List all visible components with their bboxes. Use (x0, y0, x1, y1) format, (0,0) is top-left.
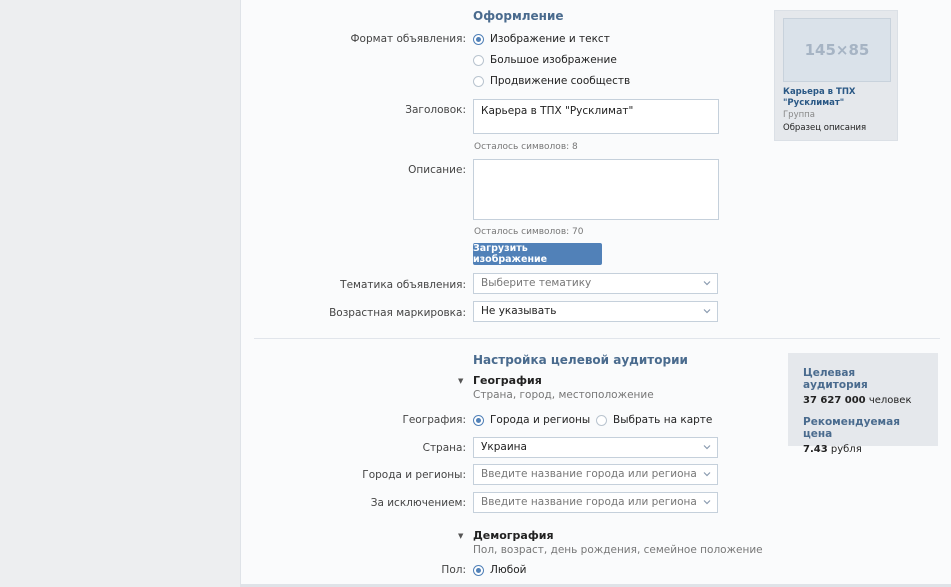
cities-select-placeholder: Введите название города или региона (481, 468, 697, 480)
radio-checked-icon (473, 33, 484, 45)
age-select[interactable]: Не указывать (473, 301, 718, 322)
format-label: Формат объявления: (350, 33, 466, 45)
left-background (0, 0, 240, 587)
geo-toggle[interactable]: ▼ География (458, 374, 542, 387)
audience-summary: Целевая аудитория 37 627 000 человек Рек… (788, 353, 938, 455)
gender-option-label: Любой (490, 564, 527, 576)
triangle-down-icon: ▼ (458, 531, 464, 540)
geo-option-label: Города и регионы (490, 414, 591, 426)
topic-select-value: Выберите тематику (481, 277, 592, 289)
chevron-down-icon (703, 500, 711, 505)
exclude-select[interactable]: Введите название города или региона (473, 492, 718, 513)
upload-image-button[interactable]: Загрузить изображение (473, 243, 602, 265)
geo-option-cities[interactable]: Города и регионы (473, 414, 590, 426)
price: 7.43 рубля (803, 444, 923, 455)
age-label: Возрастная маркировка: (329, 307, 466, 319)
section-divider (254, 338, 940, 339)
ad-preview: 145×85 Карьера в ТПХ "Русклимат" Группа … (774, 10, 898, 141)
chevron-down-icon (703, 309, 711, 314)
country-select[interactable]: Украина (473, 437, 718, 458)
topic-select[interactable]: Выберите тематику (473, 273, 718, 294)
format-option-community[interactable]: Продвижение сообществ (473, 75, 630, 87)
radio-checked-icon (473, 414, 484, 426)
price-value: 7.43 (803, 444, 828, 455)
format-option-image-text[interactable]: Изображение и текст (473, 33, 610, 45)
headline-input[interactable]: Карьера в ТПХ "Русклимат" (473, 99, 719, 134)
chevron-down-icon (703, 472, 711, 477)
description-remaining: Осталось символов: 70 (474, 227, 584, 237)
preview-description: Образец описания (783, 123, 867, 133)
gender-label: Пол: (441, 564, 466, 576)
topic-label: Тематика объявления: (340, 279, 466, 291)
radio-unchecked-icon (596, 414, 607, 426)
audience-size: 37 627 000 человек (803, 395, 923, 406)
demography-description: Пол, возраст, день рождения, семейное по… (473, 544, 763, 556)
age-select-value: Не указывать (481, 305, 557, 317)
triangle-down-icon: ▼ (458, 376, 464, 385)
audience-unit: человек (868, 395, 912, 406)
chevron-down-icon (703, 281, 711, 286)
radio-checked-icon (473, 564, 484, 576)
format-option-label: Продвижение сообществ (490, 75, 631, 87)
cities-select[interactable]: Введите название города или региона (473, 464, 718, 485)
country-select-value: Украина (481, 441, 527, 453)
preview-image-placeholder: 145×85 (783, 18, 891, 82)
radio-unchecked-icon (473, 75, 484, 87)
headline-remaining: Осталось символов: 8 (474, 142, 578, 152)
price-unit: рубля (830, 444, 862, 455)
preview-type: Группа (783, 110, 815, 120)
format-option-label: Большое изображение (490, 54, 617, 66)
design-section-title: Оформление (473, 9, 564, 23)
description-label: Описание: (408, 164, 466, 176)
country-label: Страна: (422, 442, 466, 454)
geo-option-label: Выбрать на карте (613, 414, 713, 426)
radio-unchecked-icon (473, 54, 484, 66)
description-input[interactable] (473, 159, 719, 220)
price-title: Рекомендуемая цена (803, 416, 900, 440)
audience-section-title: Настройка целевой аудитории (473, 353, 688, 367)
exclude-label: За исключением: (370, 497, 466, 509)
geo-label: География: (402, 414, 466, 426)
audience-title: Целевая аудитория (803, 367, 868, 391)
exclude-select-placeholder: Введите название города или региона (481, 496, 697, 508)
audience-count: 37 627 000 (803, 395, 866, 406)
geo-title: География (473, 374, 542, 387)
demography-title: Демография (473, 529, 554, 542)
geo-option-map[interactable]: Выбрать на карте (596, 414, 712, 426)
preview-title[interactable]: Карьера в ТПХ "Русклимат" (783, 87, 893, 109)
geo-description: Страна, город, местоположение (473, 389, 654, 401)
chevron-down-icon (703, 445, 711, 450)
demography-toggle[interactable]: ▼ Демография (458, 529, 554, 542)
format-option-big-image[interactable]: Большое изображение (473, 54, 617, 66)
gender-option-any[interactable]: Любой (473, 564, 526, 576)
format-option-label: Изображение и текст (490, 33, 610, 45)
cities-label: Города и регионы: (362, 469, 466, 481)
headline-label: Заголовок: (405, 104, 466, 116)
